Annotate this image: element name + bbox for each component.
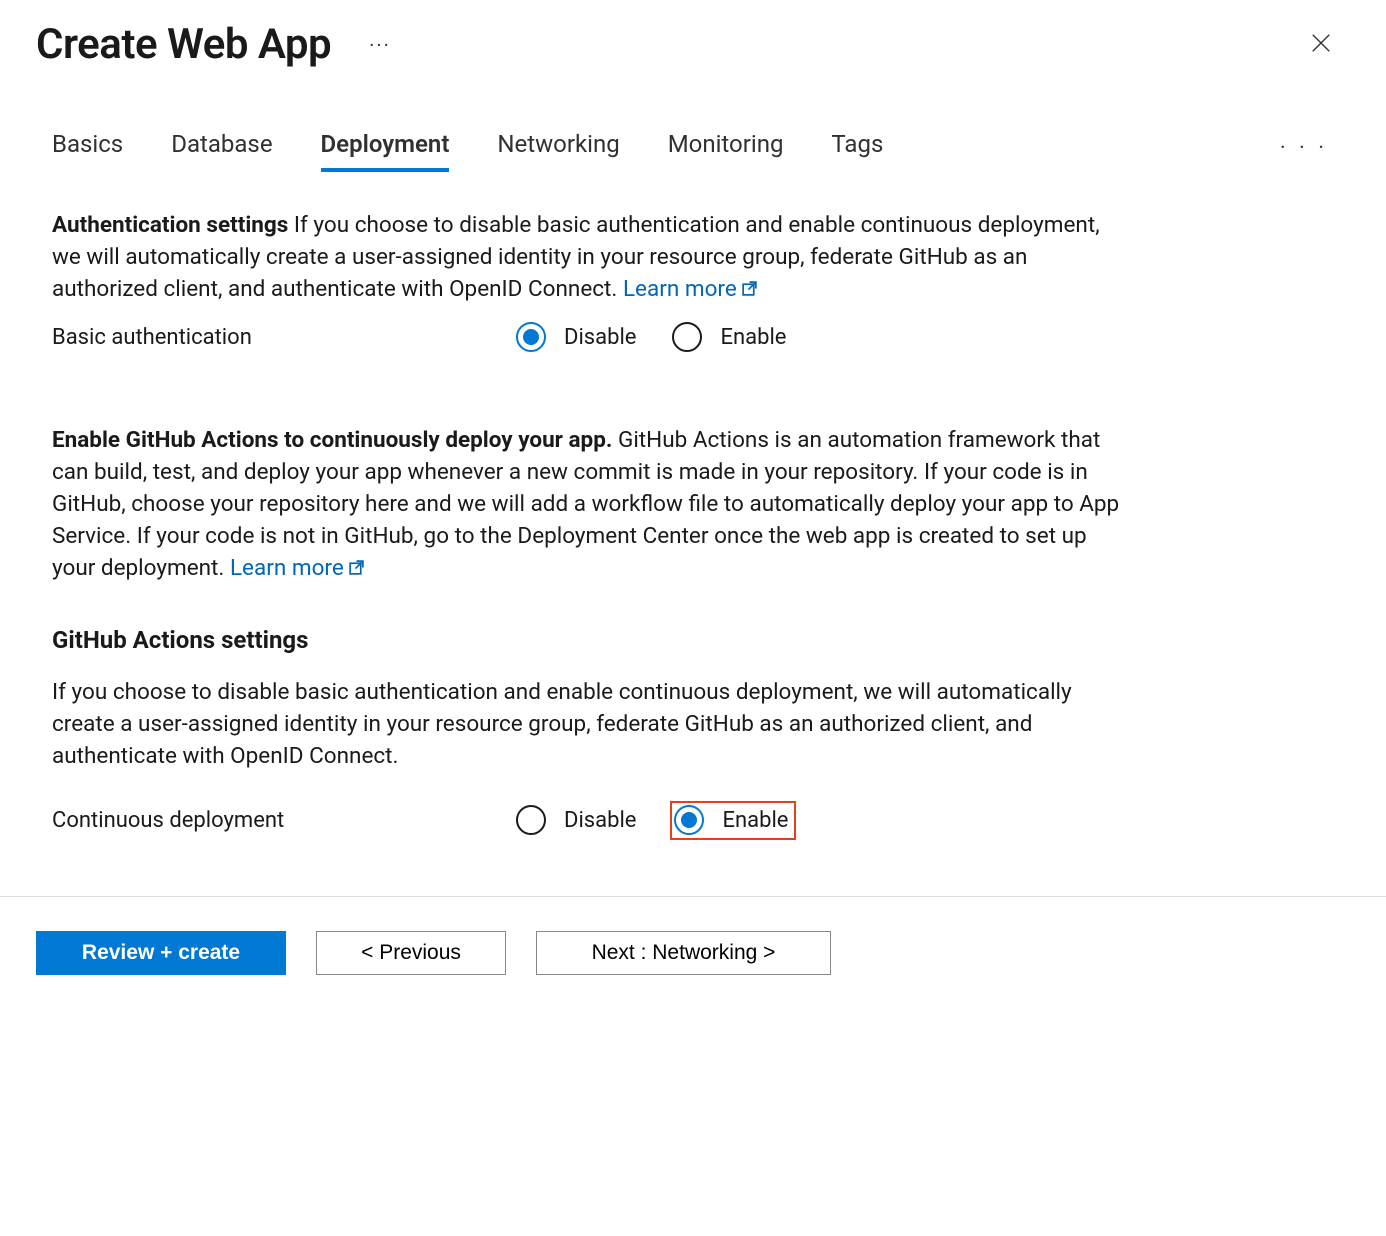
- auth-learn-more-text: Learn more: [623, 276, 737, 302]
- external-link-icon: [348, 554, 365, 571]
- close-icon: [1310, 39, 1332, 58]
- basic-auth-disable-option[interactable]: Disable: [514, 320, 642, 355]
- cd-enable-label: Enable: [722, 805, 788, 836]
- auth-learn-more-link[interactable]: Learn more: [623, 276, 758, 302]
- tab-tags[interactable]: Tags: [831, 124, 883, 172]
- auth-settings-description: Authentication settings If you choose to…: [52, 210, 1122, 306]
- gha-learn-more-text: Learn more: [230, 555, 344, 581]
- review-create-button[interactable]: Review + create: [36, 931, 286, 975]
- gha-lead: Enable GitHub Actions to continuously de…: [52, 427, 612, 453]
- close-button[interactable]: [1304, 26, 1338, 64]
- basic-auth-disable-label: Disable: [564, 322, 636, 353]
- continuous-deployment-radio-group: Disable Enable: [514, 801, 796, 840]
- radio-icon: [672, 322, 702, 352]
- wizard-footer: Review + create < Previous Next : Networ…: [0, 896, 1386, 1015]
- gha-description: Enable GitHub Actions to continuously de…: [52, 425, 1122, 585]
- tab-deployment[interactable]: Deployment: [321, 124, 450, 172]
- basic-auth-label: Basic authentication: [52, 322, 514, 353]
- title-overflow-button[interactable]: ···: [361, 29, 399, 61]
- radio-icon: [516, 805, 546, 835]
- page-title: Create Web App: [36, 20, 331, 69]
- basic-auth-radio-group: Disable Enable: [514, 320, 792, 355]
- gha-settings-heading: GitHub Actions settings: [52, 623, 1334, 657]
- continuous-deployment-label: Continuous deployment: [52, 805, 514, 836]
- tab-monitoring[interactable]: Monitoring: [668, 124, 784, 172]
- radio-icon: [516, 322, 546, 352]
- previous-button[interactable]: < Previous: [316, 931, 506, 975]
- cd-disable-option[interactable]: Disable: [514, 803, 642, 838]
- tab-networking[interactable]: Networking: [497, 124, 619, 172]
- basic-auth-enable-label: Enable: [720, 322, 786, 353]
- radio-icon: [674, 805, 704, 835]
- basic-auth-row: Basic authentication Disable Enable: [52, 320, 1334, 355]
- external-link-icon: [741, 275, 758, 292]
- cd-enable-option[interactable]: Enable: [670, 801, 796, 840]
- wizard-tabs: Basics Database Deployment Networking Mo…: [52, 124, 883, 172]
- tabs-overflow-button[interactable]: · · ·: [1274, 136, 1334, 161]
- tab-basics[interactable]: Basics: [52, 124, 123, 172]
- tab-database[interactable]: Database: [171, 124, 272, 172]
- next-button[interactable]: Next : Networking >: [536, 931, 831, 975]
- auth-settings-lead: Authentication settings: [52, 212, 288, 238]
- continuous-deployment-row: Continuous deployment Disable Enable: [52, 801, 1334, 840]
- cd-disable-label: Disable: [564, 805, 636, 836]
- panel-header: Create Web App ···: [36, 20, 1350, 69]
- basic-auth-enable-option[interactable]: Enable: [670, 320, 792, 355]
- gha-learn-more-link[interactable]: Learn more: [230, 555, 365, 581]
- gha-settings-body: If you choose to disable basic authentic…: [52, 677, 1122, 773]
